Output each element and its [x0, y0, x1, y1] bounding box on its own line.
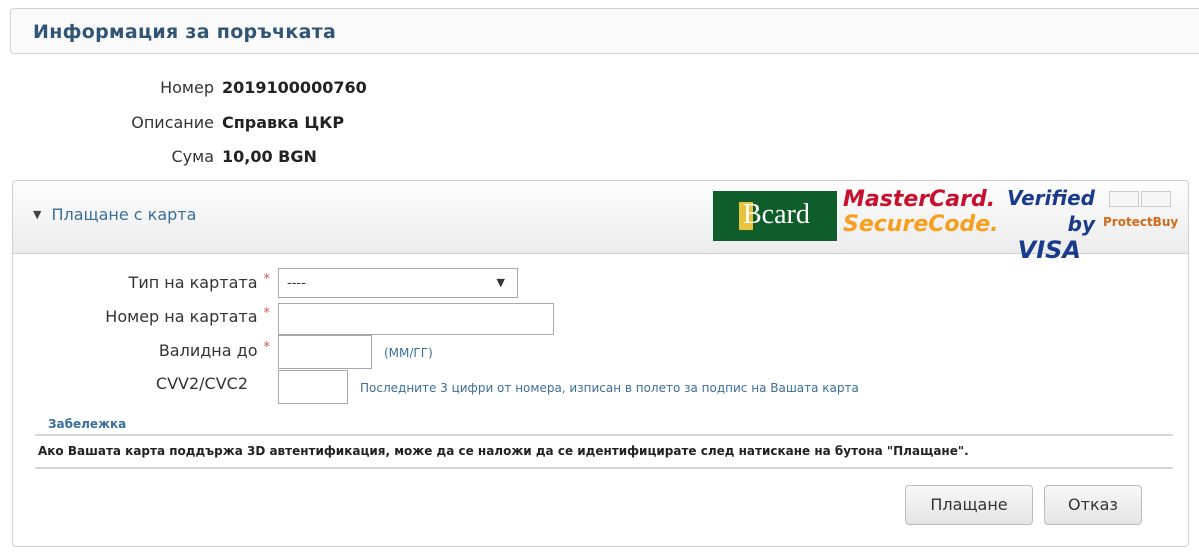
panel-toggle[interactable]: ▼ Плащане с карта	[33, 205, 196, 224]
page-title: Информация за поръчката	[33, 21, 337, 43]
order-amount-label: Сума	[171, 147, 214, 166]
mastercard-logo-text: MasterCard.	[843, 187, 996, 212]
card-number-input[interactable]	[278, 303, 554, 335]
verified-by-text: Verified by	[1007, 186, 1095, 236]
mastercard-securecode-logo: MasterCard. SecureCode.	[843, 187, 999, 237]
required-mark: *	[263, 306, 271, 321]
dropdown-arrow-icon: ▼	[496, 276, 505, 289]
order-description-value: Справка ЦКР	[222, 113, 345, 132]
cvv-hint: Последните 3 цифри от номера, изписан в …	[360, 381, 859, 395]
order-info-header: Информация за поръчката	[10, 8, 1199, 54]
order-description-label: Описание	[131, 113, 214, 132]
pay-button[interactable]: Плащане	[905, 485, 1033, 525]
cvv-input[interactable]	[278, 370, 348, 404]
required-mark: *	[263, 272, 271, 287]
protectbuy-logo: ProtectBuy	[1103, 189, 1179, 241]
bcard-logo-text: Bcard	[743, 199, 810, 230]
valid-until-label-text: Валидна до	[158, 341, 258, 360]
card-type-select-value: ----	[287, 276, 306, 291]
caret-down-icon: ▼	[33, 208, 42, 221]
cvv-label-text: CVV2/CVC2	[155, 374, 248, 393]
card-number-label: Номер на картата *	[0, 306, 270, 326]
card-type-label: Тип на картата *	[0, 272, 270, 292]
discover-card-icon	[1109, 191, 1139, 207]
card-brands-icon	[1103, 189, 1175, 207]
securecode-logo-text: SecureCode.	[843, 212, 999, 237]
cvv-label: CVV2/CVC2	[0, 374, 248, 393]
verified-by-visa-logo: Verified by VISA	[983, 186, 1095, 263]
required-mark: *	[263, 340, 271, 355]
order-number-label: Номер	[160, 78, 214, 97]
bcard-logo: Bcard	[713, 191, 837, 241]
divider	[35, 467, 1173, 469]
cancel-button[interactable]: Отказ	[1044, 485, 1142, 525]
order-number-value: 2019100000760	[222, 78, 367, 97]
valid-until-label: Валидна до *	[0, 340, 270, 360]
valid-until-input[interactable]	[278, 335, 372, 369]
diners-card-icon	[1141, 191, 1171, 207]
visa-text: VISA	[1017, 236, 1081, 264]
note-text: Ако Вашата карта поддържа 3D автентифика…	[38, 444, 969, 458]
order-description-row: Описание Справка ЦКР	[0, 113, 1199, 137]
card-type-select[interactable]: ---- ▼	[278, 268, 518, 298]
valid-until-hint: (ММ/ГГ)	[384, 346, 433, 360]
divider	[35, 434, 1173, 436]
order-amount-row: Сума 10,00 BGN	[0, 147, 1199, 171]
note-title: Забележка	[48, 417, 127, 431]
card-type-label-text: Тип на картата	[128, 273, 258, 292]
protectbuy-text: ProtectBuy	[1103, 215, 1179, 229]
card-number-label-text: Номер на картата	[105, 307, 258, 326]
order-amount-value: 10,00 BGN	[222, 147, 317, 166]
order-number-row: Номер 2019100000760	[0, 78, 1199, 102]
card-payment-panel-header[interactable]: ▼ Плащане с карта Bcard MasterCard. Secur…	[13, 181, 1188, 263]
panel-title: Плащане с карта	[51, 205, 197, 224]
